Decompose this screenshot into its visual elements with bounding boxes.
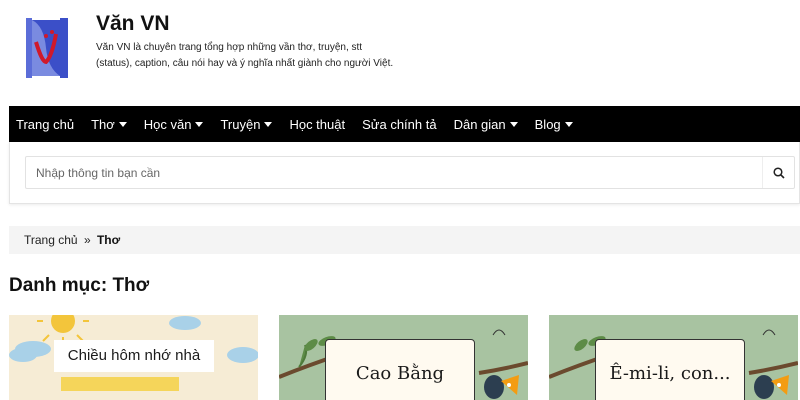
nav-item-label: Dân gian: [453, 116, 506, 132]
caret-down-icon: [264, 121, 273, 127]
post-card[interactable]: Cao Bằng: [279, 315, 528, 400]
site-header: Văn VN Văn VN là chuyên trang tổng hợp n…: [0, 0, 800, 106]
nav-item-label: Blog: [534, 116, 561, 132]
card-title: Chiều hôm nhớ nhà: [54, 340, 214, 372]
search-input[interactable]: [26, 157, 756, 188]
breadcrumb-current: Thơ: [96, 233, 121, 247]
caret-down-icon: [564, 121, 573, 127]
nav-item-label: Sửa chính tả: [362, 116, 437, 132]
breadcrumb: Trang chủ » Thơ: [9, 226, 800, 254]
search-button[interactable]: [762, 157, 794, 188]
site-description: Văn VN là chuyên trang tổng hợp những vầ…: [96, 42, 394, 69]
caret-down-icon: [118, 121, 127, 127]
search-icon: [772, 166, 785, 179]
nav-item-label: Thơ: [91, 116, 115, 132]
caret-down-icon: [509, 121, 518, 127]
nav-item-poetry[interactable]: Thơ: [91, 117, 127, 132]
caret-down-icon: [195, 121, 204, 127]
card-title: Ê-mi-li, con...: [595, 339, 745, 400]
nav-item-spelling[interactable]: Sửa chính tả: [362, 117, 436, 132]
card-title: Cao Bằng: [325, 339, 475, 400]
nav-item-blog[interactable]: Blog: [535, 117, 573, 132]
search-panel: [9, 142, 800, 204]
site-title[interactable]: Văn VN: [96, 12, 170, 36]
site-logo[interactable]: [26, 18, 68, 78]
post-card[interactable]: Chiều hôm nhớ nhà: [9, 315, 258, 400]
breadcrumb-separator: »: [83, 233, 91, 247]
nav-item-learn-literature[interactable]: Học văn: [144, 117, 204, 132]
nav-item-academic[interactable]: Học thuật: [289, 117, 345, 132]
search-box: [25, 156, 795, 189]
nav-item-label: Học thuật: [289, 116, 346, 132]
nav-item-stories[interactable]: Truyện: [220, 116, 273, 132]
nav-item-label: Trang chủ: [16, 116, 75, 132]
nav-item-label: Truyện: [220, 116, 261, 132]
page-title: Danh mục: Thơ: [9, 275, 150, 296]
nav-item-folk[interactable]: Dân gian: [454, 117, 518, 132]
breadcrumb-home-link[interactable]: Trang chủ: [24, 233, 78, 247]
nav-item-home[interactable]: Trang chủ: [16, 117, 74, 132]
main-nav: Trang chủ Thơ Học văn Truyện Học thuật S…: [9, 106, 800, 142]
nav-item-label: Học văn: [143, 116, 192, 132]
post-card[interactable]: Ê-mi-li, con...: [549, 315, 798, 400]
